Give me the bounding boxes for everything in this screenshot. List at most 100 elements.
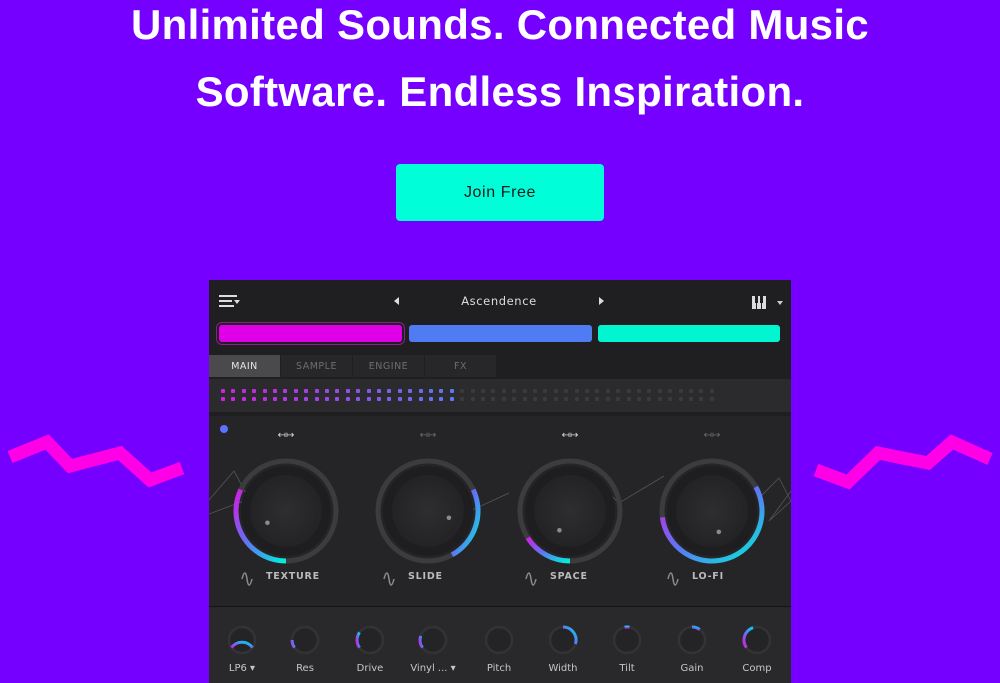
small-knob-lp6[interactable] [227,625,257,655]
sequencer-step[interactable] [657,389,662,393]
color-swatch-blue[interactable] [409,325,592,342]
sequencer-step[interactable] [345,389,350,393]
sequencer-step[interactable] [429,389,433,393]
sequencer-step[interactable] [262,389,267,393]
sequencer-step[interactable] [595,397,600,401]
sequencer-step[interactable] [241,389,246,393]
sequencer-step[interactable] [252,397,257,401]
sequencer-step[interactable] [668,389,673,393]
sequencer-step[interactable] [637,389,641,393]
sequencer-step[interactable] [512,397,517,401]
horizontal-arrows-icon[interactable]: ↤↦ [562,430,579,441]
tab-main[interactable]: MAIN [209,355,280,377]
modulation-wave-icon[interactable] [525,572,537,586]
sequencer-step[interactable] [585,389,589,393]
sequencer-step[interactable] [273,389,277,393]
small-knob-label[interactable]: LP6 ▾ [212,663,272,674]
small-knob-comp[interactable] [742,625,772,655]
tab-sample[interactable]: SAMPLE [281,355,352,377]
sequencer-step[interactable] [231,397,236,401]
sequencer-step[interactable] [449,397,454,401]
sequencer-step[interactable] [408,389,413,393]
sequencer-step[interactable] [616,389,621,393]
keys-dropdown-icon[interactable] [777,301,783,305]
sequencer-step[interactable] [533,397,537,401]
modulation-wave-icon[interactable] [383,572,395,586]
sequencer-step[interactable] [273,397,277,401]
small-knob-label[interactable]: Vinyl ... ▾ [403,663,463,674]
sequencer-step[interactable] [564,397,569,401]
small-knob-vinyl[interactable] [418,625,448,655]
small-knob-pitch[interactable] [484,625,514,655]
sequencer-step[interactable] [460,397,465,401]
menu-icon[interactable] [219,295,240,309]
preset-name[interactable]: Ascendence [419,294,579,308]
sequencer-step[interactable] [397,397,402,401]
sequencer-step[interactable] [533,389,537,393]
sequencer-step[interactable] [418,397,423,401]
sequencer-step[interactable] [626,389,631,393]
sequencer-step[interactable] [429,397,433,401]
macro-knob-slide[interactable] [375,458,481,564]
sequencer-step[interactable] [616,397,621,401]
sequencer-step[interactable] [626,397,631,401]
sequencer-step[interactable] [678,389,683,393]
sequencer-step[interactable] [657,397,662,401]
sequencer-step[interactable] [387,389,392,393]
sequencer-step[interactable] [491,397,496,401]
sequencer-step[interactable] [501,397,506,401]
macro-knob-texture[interactable] [233,458,339,564]
sequencer-step[interactable] [314,389,319,393]
sequencer-step[interactable] [512,389,517,393]
sequencer-step[interactable] [522,397,527,401]
sequencer-step[interactable] [408,397,413,401]
sequencer-step[interactable] [325,389,329,393]
sequencer-step[interactable] [470,389,475,393]
macro-knob-lo-fi[interactable] [659,458,765,564]
color-swatch-magenta[interactable] [216,322,405,345]
sequencer-step[interactable] [574,389,579,393]
sequencer-step[interactable] [647,389,652,393]
sequencer-step[interactable] [283,389,288,393]
sequencer-step[interactable] [699,397,704,401]
sequencer-step[interactable] [439,389,444,393]
sequencer-step[interactable] [460,389,465,393]
sequencer-step[interactable] [304,397,309,401]
small-knob-tilt[interactable] [612,625,642,655]
sequencer-step[interactable] [335,397,340,401]
step-sequencer[interactable] [209,379,791,412]
color-swatch-teal[interactable] [598,325,780,342]
horizontal-arrows-icon[interactable]: ↤↦ [704,430,721,441]
sequencer-step[interactable] [595,389,600,393]
sequencer-step[interactable] [553,397,558,401]
sequencer-step[interactable] [252,389,257,393]
sequencer-step[interactable] [377,389,381,393]
sequencer-step[interactable] [397,389,402,393]
sequencer-step[interactable] [325,397,329,401]
sequencer-step[interactable] [293,397,298,401]
sequencer-step[interactable] [356,397,361,401]
tab-fx[interactable]: FX [425,355,496,377]
sequencer-step[interactable] [501,389,506,393]
sequencer-step[interactable] [221,397,225,401]
sequencer-step[interactable] [543,397,548,401]
sequencer-step[interactable] [366,397,371,401]
sequencer-step[interactable] [605,397,610,401]
sequencer-step[interactable] [470,397,475,401]
sequencer-step[interactable] [689,397,693,401]
sequencer-step[interactable] [345,397,350,401]
horizontal-arrows-icon[interactable]: ↤↦ [420,430,437,441]
small-knob-res[interactable] [290,625,320,655]
sequencer-step[interactable] [564,389,569,393]
sequencer-step[interactable] [231,389,236,393]
modulation-wave-icon[interactable] [667,572,679,586]
sequencer-step[interactable] [314,397,319,401]
small-knob-width[interactable] [548,625,578,655]
sequencer-step[interactable] [439,397,444,401]
sequencer-step[interactable] [304,389,309,393]
sequencer-step[interactable] [491,389,496,393]
join-free-button[interactable]: Join Free [396,164,604,221]
sequencer-step[interactable] [377,397,381,401]
sequencer-step[interactable] [387,397,392,401]
sequencer-step[interactable] [418,389,423,393]
